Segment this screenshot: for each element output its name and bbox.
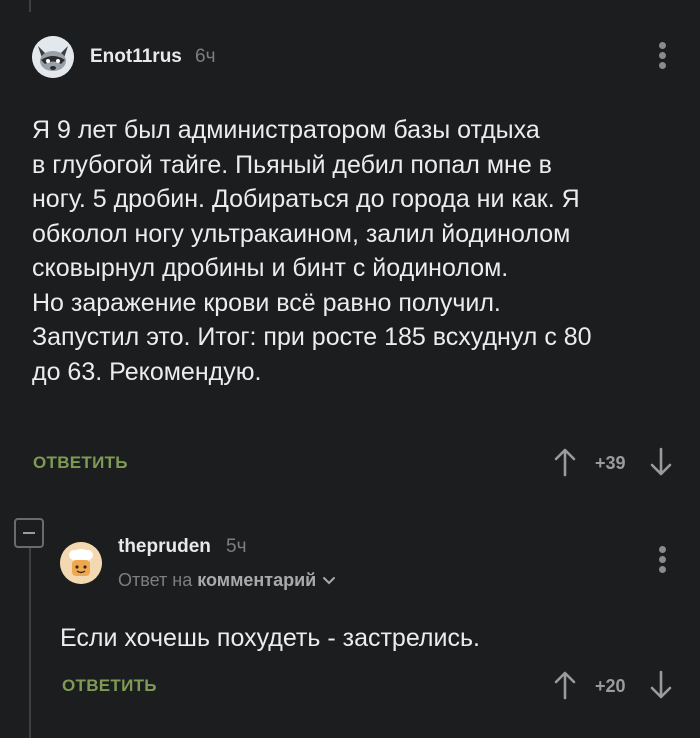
avatar[interactable] <box>32 36 74 78</box>
more-vertical-icon[interactable] <box>657 42 667 72</box>
reply-prefix: Ответ на <box>118 570 198 590</box>
rating-score: +20 <box>595 676 626 696</box>
arrow-up-icon[interactable] <box>554 670 576 700</box>
chevron-down-icon[interactable] <box>322 576 336 586</box>
reply-target-link[interactable]: комментарий <box>197 570 316 590</box>
username[interactable]: thepruden <box>118 536 211 558</box>
reply-button[interactable]: ОТВЕТИТЬ <box>33 453 128 473</box>
comment-reply: thepruden 5ч Ответ на комментарий Если х… <box>0 520 700 738</box>
arrow-up-icon[interactable] <box>554 447 576 477</box>
reply-context[interactable]: Ответ на комментарий <box>118 570 336 591</box>
timestamp: 6ч <box>195 46 216 67</box>
reply-button[interactable]: ОТВЕТИТЬ <box>62 676 157 696</box>
comment-text: Я 9 лет был администратором базы отдыха … <box>32 116 592 386</box>
comment-text: Если хочешь похудеть - застрелись. <box>60 624 480 652</box>
username[interactable]: Enot11rus <box>90 46 182 68</box>
arrow-down-icon[interactable] <box>650 670 672 700</box>
arrow-down-icon[interactable] <box>650 447 672 477</box>
comment: Enot11rus 6ч Я 9 лет был администратором… <box>0 0 700 490</box>
more-vertical-icon[interactable] <box>657 546 667 576</box>
timestamp: 5ч <box>226 536 247 557</box>
rating-score: +39 <box>595 453 626 473</box>
avatar[interactable] <box>60 542 102 584</box>
